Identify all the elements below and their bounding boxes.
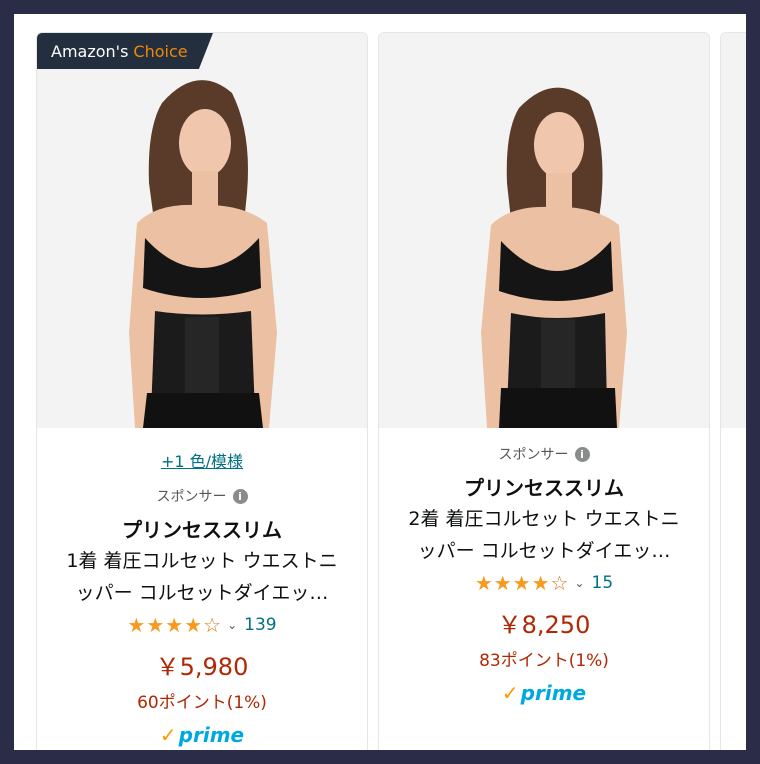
product-details: スポンサー i プリンセススリム 2着 着圧コルセット ウエストニ ッパー コル… xyxy=(379,428,709,705)
sponsored-text: スポンサー xyxy=(156,489,227,505)
filled-stars: ★★★★ xyxy=(127,613,204,637)
price: ￥8,250 xyxy=(497,611,591,639)
rating-row[interactable]: ★★★★☆ ⌄ 15 xyxy=(379,571,709,595)
product-brand: プリンセススリム xyxy=(464,476,624,500)
prime-badge: ✓ prime xyxy=(379,681,709,705)
chevron-down-icon[interactable]: ⌄ xyxy=(574,576,584,590)
sponsored-label[interactable]: スポンサー i xyxy=(379,444,709,464)
empty-star: ☆ xyxy=(203,613,223,637)
empty-star: ☆ xyxy=(550,571,570,595)
amazons-choice-badge: Amazon's Choice xyxy=(37,33,213,69)
badge-label: Amazon's xyxy=(51,41,129,61)
filled-stars: ★★★★ xyxy=(474,571,551,595)
prime-label: prime xyxy=(520,681,587,705)
product-image[interactable]: Amazon's Choice xyxy=(37,33,367,428)
chevron-down-icon[interactable]: ⌄ xyxy=(227,618,237,632)
sponsored-text: スポンサー xyxy=(498,447,569,463)
points: 83ポイント(1%) xyxy=(479,651,609,671)
title-line: 2着 着圧コルセット ウエストニ xyxy=(408,508,680,530)
results-frame: Amazon's Choice +1 色/模様 スポンサー i プリンセススリム… xyxy=(14,14,746,750)
product-card-partial[interactable] xyxy=(720,32,746,750)
product-brand: プリンセススリム xyxy=(122,518,282,542)
review-count[interactable]: 15 xyxy=(592,573,614,593)
info-icon[interactable]: i xyxy=(232,488,248,504)
check-icon: ✓ xyxy=(501,681,519,705)
product-card[interactable]: Amazon's Choice +1 色/模様 スポンサー i プリンセススリム… xyxy=(36,32,368,750)
badge-choice-label: Choice xyxy=(133,41,188,61)
title-line: ッパー コルセットダイエッ… xyxy=(75,582,329,604)
star-rating: ★★★★☆ xyxy=(475,571,570,595)
title-line: 1着 着圧コルセット ウエストニ xyxy=(66,550,338,572)
check-icon: ✓ xyxy=(159,723,177,747)
title-line: ッパー コルセットダイエッ… xyxy=(417,540,671,562)
review-count[interactable]: 139 xyxy=(244,615,276,635)
variant-link[interactable]: +1 色/模様 xyxy=(37,448,367,472)
product-card[interactable]: スポンサー i プリンセススリム 2着 着圧コルセット ウエストニ ッパー コル… xyxy=(378,32,710,750)
sponsored-label[interactable]: スポンサー i xyxy=(37,486,367,506)
product-title[interactable]: 2着 着圧コルセット ウエストニ ッパー コルセットダイエッ… xyxy=(379,503,709,567)
product-image[interactable] xyxy=(721,33,746,428)
info-icon[interactable]: i xyxy=(574,446,590,462)
points: 60ポイント(1%) xyxy=(137,693,267,713)
price: ￥5,980 xyxy=(155,653,249,681)
product-image[interactable] xyxy=(379,33,709,428)
prime-label: prime xyxy=(178,723,245,747)
star-rating: ★★★★☆ xyxy=(127,613,222,637)
product-details: +1 色/模様 スポンサー i プリンセススリム 1着 着圧コルセット ウエスト… xyxy=(37,428,367,747)
product-title[interactable]: 1着 着圧コルセット ウエストニ ッパー コルセットダイエッ… xyxy=(37,545,367,609)
rating-row[interactable]: ★★★★☆ ⌄ 139 xyxy=(37,613,367,637)
prime-badge: ✓ prime xyxy=(37,723,367,747)
